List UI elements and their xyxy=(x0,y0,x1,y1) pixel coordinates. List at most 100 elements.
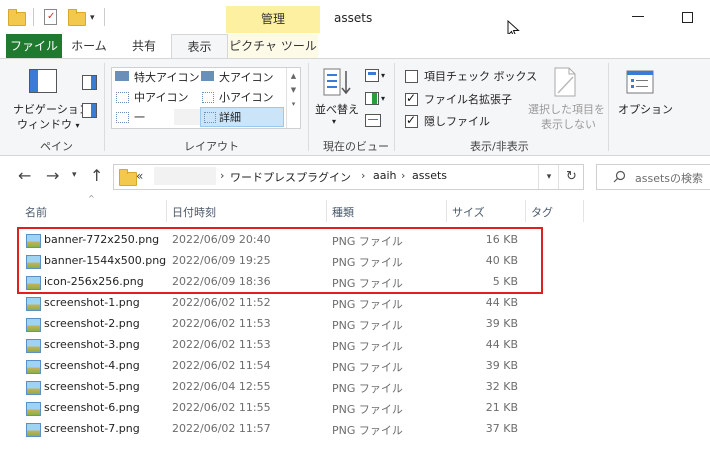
sort-by-icon[interactable] xyxy=(323,68,351,96)
maximize-button[interactable] xyxy=(682,12,693,23)
file-date: 2022/06/02 11:54 xyxy=(172,359,271,372)
navigation-pane-icon[interactable] xyxy=(29,69,57,93)
layout-gallery-scroll[interactable]: ▲ ▼ ▾ xyxy=(286,68,300,128)
properties-icon[interactable]: ✓ xyxy=(44,9,60,25)
file-name: screenshot-7.png xyxy=(44,422,140,435)
png-file-icon xyxy=(26,339,41,353)
breadcrumb-overflow[interactable]: « xyxy=(136,169,143,183)
file-size: 44 KB xyxy=(485,338,518,351)
hide-selected-label: 選択した項目を xyxy=(528,103,605,116)
column-divider[interactable] xyxy=(446,200,447,222)
column-divider[interactable] xyxy=(525,200,526,222)
column-header-type[interactable]: 種類 xyxy=(332,204,354,220)
png-file-icon xyxy=(26,297,41,311)
qa-divider xyxy=(104,8,105,26)
navigation-pane-label[interactable]: ナビゲーション xyxy=(13,101,90,117)
layout-list[interactable]: 一 xyxy=(134,109,145,125)
file-name: screenshot-5.png xyxy=(44,380,140,393)
navigation-pane-label-2[interactable]: ウィンドウ ▾ xyxy=(17,116,80,132)
address-dropdown-icon[interactable]: ▾ xyxy=(538,165,559,189)
layout-details[interactable]: 詳細 xyxy=(219,109,241,125)
recent-locations-icon[interactable]: ▾ xyxy=(72,170,77,180)
new-folder-icon[interactable] xyxy=(68,9,86,26)
file-type: PNG ファイル xyxy=(332,298,403,311)
item-checkboxes-label[interactable]: 項目チェック ボックス xyxy=(424,68,537,84)
breadcrumb-separator: › xyxy=(361,169,366,182)
pane-group-label: ペイン xyxy=(40,140,73,153)
file-row[interactable]: screenshot-6.png 2022/06/02 11:55 PNG ファ… xyxy=(22,398,542,419)
file-type: PNG ファイル xyxy=(332,319,403,332)
back-arrow-icon[interactable]: ← xyxy=(18,166,31,185)
qa-divider xyxy=(33,8,34,26)
qa-customize-icon[interactable]: ▾ xyxy=(90,13,95,23)
chevron-down-icon: ▾ xyxy=(381,94,386,103)
refresh-icon[interactable]: ↻ xyxy=(558,165,584,189)
file-size: 21 KB xyxy=(485,401,518,414)
column-header-tag[interactable]: タグ xyxy=(531,204,553,220)
column-header-date[interactable]: 日付時刻 xyxy=(172,204,216,220)
breadcrumb-item[interactable]: assets xyxy=(412,169,447,182)
column-header-size[interactable]: サイズ xyxy=(452,204,485,220)
breadcrumb-item[interactable]: aaih xyxy=(373,169,397,182)
hide-selected-icon xyxy=(554,67,576,97)
folder-icon[interactable] xyxy=(8,9,26,26)
file-size: 44 KB xyxy=(485,296,518,309)
hidden-items-checkbox[interactable] xyxy=(405,113,418,128)
details-pane-icon[interactable] xyxy=(82,103,97,118)
file-row[interactable]: screenshot-1.png 2022/06/02 11:52 PNG ファ… xyxy=(22,293,542,314)
title-bar: ✓ ▾ 管理 assets xyxy=(0,0,710,36)
layout-medium[interactable]: 中アイコン xyxy=(134,89,188,105)
png-file-icon xyxy=(26,318,41,332)
tab-picture-tools[interactable]: ピクチャ ツール xyxy=(228,34,318,58)
column-divider[interactable] xyxy=(326,200,327,222)
item-checkboxes-checkbox[interactable] xyxy=(405,70,418,83)
minimize-button[interactable] xyxy=(632,16,644,17)
column-header-name[interactable]: 名前 xyxy=(25,204,47,220)
layout-gallery: 特大アイコン 大アイコン 中アイコン 小アイコン 一 詳細 ▲ ▼ ▾ xyxy=(111,67,301,129)
preview-pane-icon[interactable] xyxy=(82,75,97,90)
tab-home[interactable]: ホーム xyxy=(64,34,114,58)
tab-view[interactable]: 表示 xyxy=(171,34,228,59)
file-type: PNG ファイル xyxy=(332,340,403,353)
file-row[interactable]: screenshot-7.png 2022/06/02 11:57 PNG ファ… xyxy=(22,419,542,440)
list-icon xyxy=(116,112,129,123)
tab-file[interactable]: ファイル xyxy=(6,34,62,58)
column-divider[interactable] xyxy=(583,200,584,222)
file-extensions-checkbox[interactable] xyxy=(405,91,418,106)
extra-large-icons-icon xyxy=(115,71,129,81)
file-row[interactable]: screenshot-3.png 2022/06/02 11:53 PNG ファ… xyxy=(22,335,542,356)
window-title: assets xyxy=(334,11,373,25)
size-columns-icon[interactable] xyxy=(365,114,381,127)
group-by-icon[interactable] xyxy=(365,69,379,82)
file-name: screenshot-2.png xyxy=(44,317,140,330)
file-row[interactable]: screenshot-5.png 2022/06/04 12:55 PNG ファ… xyxy=(22,377,542,398)
sort-by-label[interactable]: 並べ替え xyxy=(315,101,359,117)
address-bar[interactable]: « › ワードプレスプラグイン › aaih › assets ▾ ↻ xyxy=(113,164,584,190)
add-columns-icon[interactable] xyxy=(365,92,379,105)
column-divider[interactable] xyxy=(166,200,167,222)
file-row[interactable]: screenshot-2.png 2022/06/02 11:53 PNG ファ… xyxy=(22,314,542,335)
file-size: 32 KB xyxy=(485,380,518,393)
breadcrumb-item[interactable]: ワードプレスプラグイン xyxy=(230,169,351,185)
forward-arrow-icon[interactable]: → xyxy=(46,166,59,185)
search-icon xyxy=(613,170,626,183)
layout-small[interactable]: 小アイコン xyxy=(219,89,273,105)
layout-large[interactable]: 大アイコン xyxy=(219,69,273,85)
options-label[interactable]: オプション xyxy=(618,101,673,117)
hidden-items-label[interactable]: 隠しファイル xyxy=(424,113,490,129)
file-size: 39 KB xyxy=(485,317,518,330)
search-box[interactable]: assetsの検索 xyxy=(596,164,710,190)
tab-share[interactable]: 共有 xyxy=(118,34,170,58)
ribbon-separator xyxy=(308,63,309,151)
up-arrow-icon[interactable]: ↑ xyxy=(90,166,103,185)
file-type: PNG ファイル xyxy=(332,361,403,374)
manage-tab[interactable]: 管理 xyxy=(226,6,320,33)
png-file-icon xyxy=(26,402,41,416)
file-size: 37 KB xyxy=(485,422,518,435)
file-row[interactable]: screenshot-4.png 2022/06/02 11:54 PNG ファ… xyxy=(22,356,542,377)
options-icon[interactable] xyxy=(626,70,654,94)
ribbon-separator xyxy=(104,63,105,151)
layout-extra-large[interactable]: 特大アイコン xyxy=(134,69,199,85)
sort-up-icon: ^ xyxy=(88,194,95,203)
file-extensions-label[interactable]: ファイル名拡張子 xyxy=(424,91,512,107)
